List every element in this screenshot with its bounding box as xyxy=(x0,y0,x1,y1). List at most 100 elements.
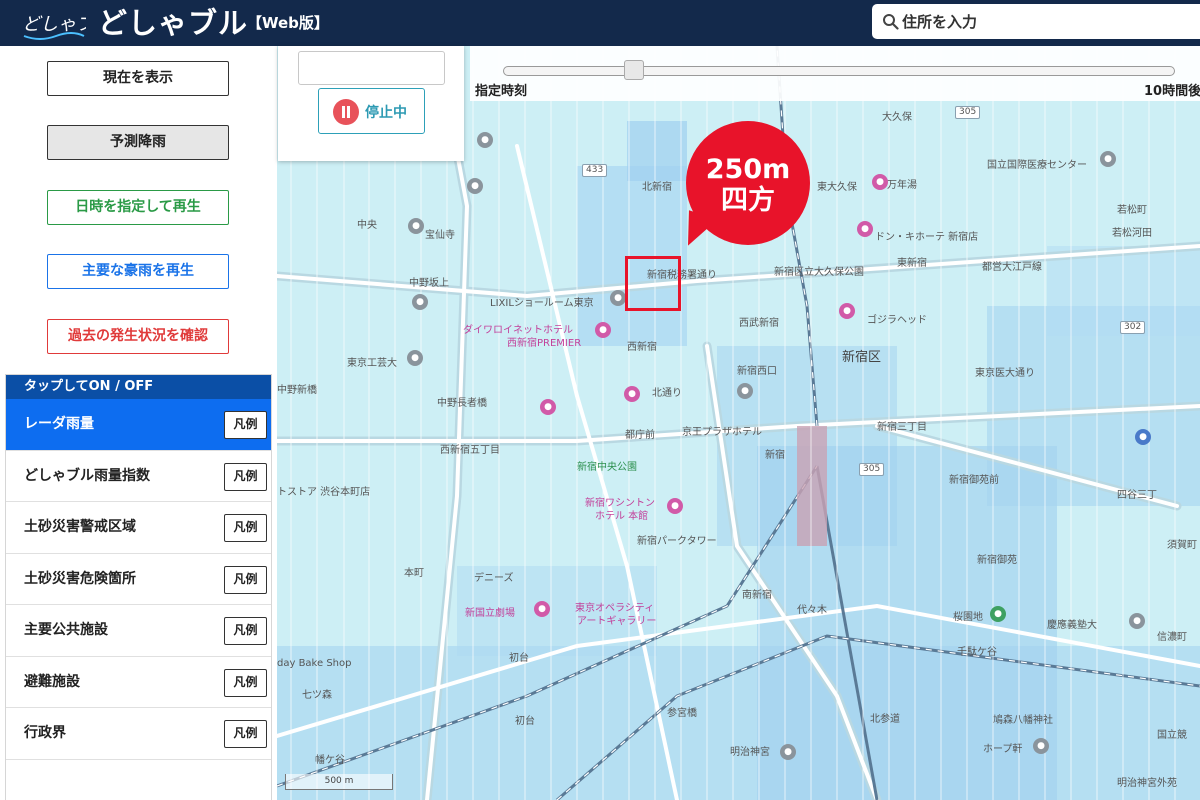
search-box[interactable] xyxy=(872,4,1200,39)
map-label: 宝仙寺 xyxy=(425,230,455,241)
poi-marker-icon[interactable]: ● xyxy=(412,294,428,310)
layer-sediment-danger-spot[interactable]: 土砂災害危険箇所 凡例 xyxy=(6,554,271,605)
playback-control-panel: 停止中 xyxy=(278,46,464,161)
show-current-button[interactable]: 現在を表示 xyxy=(47,61,229,96)
legend-button[interactable]: 凡例 xyxy=(224,514,267,542)
legend-button[interactable]: 凡例 xyxy=(224,462,267,491)
poi-hotel-icon[interactable]: ● xyxy=(667,498,683,514)
grid-size-callout: 250m 四方 xyxy=(686,121,810,245)
layer-doshaburu-index[interactable]: どしゃブル雨量指数 凡例 xyxy=(6,451,271,502)
map-label: 北通り xyxy=(652,388,682,399)
layer-admin-boundary[interactable]: 行政界 凡例 xyxy=(6,708,271,760)
poi-marker-icon[interactable]: ● xyxy=(1033,738,1049,754)
callout-line-2: 四方 xyxy=(721,185,775,216)
map-label: 初台 xyxy=(515,716,535,727)
map-label: 東京工芸大 xyxy=(347,358,397,369)
poi-shop-icon[interactable]: ● xyxy=(540,399,556,415)
poi-marker-icon[interactable]: ● xyxy=(1100,151,1116,167)
grid-cell-highlight xyxy=(625,256,681,311)
layer-label: 土砂災害警戒区域 xyxy=(24,519,136,535)
pause-button[interactable]: 停止中 xyxy=(318,88,425,134)
map-label: 南新宿 xyxy=(742,590,772,601)
play-by-date-button[interactable]: 日時を指定して再生 xyxy=(47,190,229,225)
map-label: 須賀町 xyxy=(1167,540,1197,551)
app-header: どしゃブル どしゃブル 【Web版】 xyxy=(0,0,1200,46)
layer-label: 土砂災害危険箇所 xyxy=(24,570,136,587)
map-label: 北新宿 xyxy=(642,182,672,193)
map-label: 東京医大通り xyxy=(975,368,1035,379)
map-label: 東新宿 xyxy=(897,258,927,269)
poi-park-icon[interactable]: ● xyxy=(990,606,1006,622)
poi-shop-icon[interactable]: ● xyxy=(534,601,550,617)
forecast-rain-button[interactable]: 予測降雨 xyxy=(47,125,229,160)
map-label: 西新宿PREMIER xyxy=(507,338,582,349)
time-slider-track[interactable] xyxy=(503,66,1175,76)
layer-sediment-warning-area[interactable]: 土砂災害警戒区域 凡例 xyxy=(6,502,271,554)
map-label: トストア 渋谷本町店 xyxy=(277,487,371,498)
poi-shop-icon[interactable]: ● xyxy=(857,221,873,237)
poi-marker-icon[interactable]: ● xyxy=(477,132,493,148)
route-shield: 302 xyxy=(1120,321,1146,334)
poi-hotel-icon[interactable]: ● xyxy=(595,322,611,338)
sidebar: 現在を表示 予測降雨 日時を指定して再生 主要な豪雨を再生 過去の発生状況を確認… xyxy=(0,46,277,800)
map-label: 都営大江戸線 xyxy=(982,262,1042,273)
map-label: ゴジラヘッド xyxy=(867,315,927,326)
layer-panel-header: タップしてON / OFF xyxy=(6,375,271,399)
legend-button[interactable]: 凡例 xyxy=(224,668,267,697)
map-label: 西新宿 xyxy=(627,342,657,353)
layer-label: どしゃブル雨量指数 xyxy=(24,467,150,484)
poi-marker-icon[interactable]: ● xyxy=(407,350,423,366)
map-label: 中野長者橋 xyxy=(437,398,487,409)
layer-label: レーダ雨量 xyxy=(24,416,94,432)
past-occurrences-button[interactable]: 過去の発生状況を確認 xyxy=(47,319,229,354)
layer-radar-rainfall[interactable]: レーダ雨量 凡例 xyxy=(6,399,271,451)
map-label: 信濃町 xyxy=(1157,632,1187,643)
poi-shop-icon[interactable]: ● xyxy=(839,303,855,319)
map-label: LIXILショールーム東京 xyxy=(490,298,594,309)
map-label: day Bake Shop xyxy=(277,658,352,669)
layer-public-facilities[interactable]: 主要公共施設 凡例 xyxy=(6,605,271,657)
route-shield: 305 xyxy=(955,106,981,119)
app-edition-label: 【Web版】 xyxy=(247,14,329,32)
time-slider-thumb[interactable] xyxy=(623,60,644,80)
legend-button[interactable]: 凡例 xyxy=(224,720,267,748)
map-label: 千駄ケ谷 xyxy=(957,647,997,658)
poi-marker-icon[interactable]: ● xyxy=(737,383,753,399)
map-label: 国立国際医療センター xyxy=(987,160,1087,171)
poi-hotel-icon[interactable]: ● xyxy=(872,174,888,190)
legend-button[interactable]: 凡例 xyxy=(224,565,267,594)
poi-marker-icon[interactable]: ● xyxy=(408,218,424,234)
address-search-input[interactable] xyxy=(902,4,1200,39)
poi-hotel-icon[interactable]: ● xyxy=(624,386,640,402)
time-display xyxy=(298,51,445,85)
map-label: 中央 xyxy=(357,220,377,231)
poi-marker-icon[interactable]: ● xyxy=(1135,429,1151,445)
map-label: 七ツ森 xyxy=(302,690,332,701)
map-label: 代々木 xyxy=(797,605,827,616)
map-label: 新宿御苑前 xyxy=(949,475,999,486)
map-label: 新宿パークタワー xyxy=(637,536,717,547)
map-label: 新宿区立大久保公園 xyxy=(774,267,864,278)
map-label: 新国立劇場 xyxy=(465,608,515,619)
legend-button[interactable]: 凡例 xyxy=(224,411,267,439)
map-label: 鳩森八幡神社 xyxy=(993,715,1053,726)
map-label: 都庁前 xyxy=(625,430,655,441)
poi-marker-icon[interactable]: ● xyxy=(1129,613,1145,629)
poi-marker-icon[interactable]: ● xyxy=(780,744,796,760)
map-label: 新宿区 xyxy=(842,350,882,365)
layer-evacuation-facilities[interactable]: 避難施設 凡例 xyxy=(6,657,271,708)
play-heavy-rain-button[interactable]: 主要な豪雨を再生 xyxy=(47,254,229,289)
layer-label: 行政界 xyxy=(24,725,66,741)
map-label: 中野新橋 xyxy=(277,385,317,396)
map-label: 中野坂上 xyxy=(409,278,449,289)
map-label: 新宿西口 xyxy=(737,366,777,377)
app-title: どしゃブル xyxy=(98,6,249,40)
pause-icon xyxy=(333,99,359,125)
map-label: 新宿中央公園 xyxy=(577,462,637,473)
poi-marker-icon[interactable]: ● xyxy=(610,290,626,306)
map-label: ホープ軒 xyxy=(983,744,1023,755)
poi-marker-icon[interactable]: ● xyxy=(467,178,483,194)
map-label: 初台 xyxy=(509,653,529,664)
legend-button[interactable]: 凡例 xyxy=(224,617,267,645)
map-label: 幡ケ谷 xyxy=(315,755,345,766)
